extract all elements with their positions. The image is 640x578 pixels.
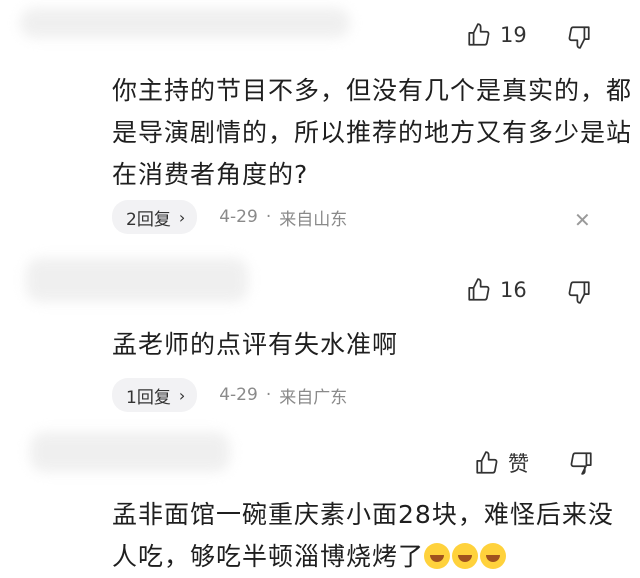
chevron-right-icon: › [178, 385, 186, 405]
avatar-username-blurred [30, 432, 230, 472]
like-button[interactable]: 16 [466, 277, 527, 303]
thumbs-down-icon [570, 452, 592, 475]
comment-location: 来自山东 [279, 209, 348, 230]
comment-text: 孟老师的点评有失水准啊 [112, 330, 399, 359]
comment-date: 4-29 [219, 207, 258, 227]
thumbs-up-icon [468, 278, 490, 301]
comment-date: 4-29 [219, 385, 258, 405]
like-button[interactable]: 赞 [474, 448, 529, 478]
comment-text: 孟非面馆一碗重庆素小面28块，难怪后来没人吃，够吃半顿淄博烧烤了 [112, 494, 632, 578]
avatar-username-blurred [20, 8, 350, 38]
thumbs-up-icon [476, 451, 498, 474]
close-icon[interactable]: ✕ [574, 208, 591, 232]
like-count: 19 [500, 23, 527, 47]
laughing-emoji-icon [424, 543, 451, 569]
laughing-emoji-icon [480, 543, 507, 569]
chevron-right-icon: › [178, 207, 186, 227]
reply-count: 1回复 [126, 387, 171, 408]
like-count: 16 [500, 278, 527, 302]
laughing-emoji-icon [452, 543, 479, 569]
thumbs-down-icon [568, 281, 590, 304]
thumbs-up-icon [468, 23, 490, 46]
comment-location: 来自广东 [279, 387, 348, 408]
comment-text-body: 孟非面馆一碗重庆素小面28块，难怪后来没人吃，够吃半顿淄博烧烤了 [112, 500, 614, 571]
replies-button[interactable]: 1回复 › [112, 378, 198, 412]
reply-count: 2回复 [126, 209, 171, 230]
dislike-button[interactable] [566, 24, 592, 54]
dislike-button[interactable] [568, 450, 594, 480]
separator-dot: · [265, 207, 272, 227]
thumbs-down-icon [568, 26, 590, 49]
avatar-username-blurred [26, 258, 248, 302]
separator-dot: · [265, 385, 272, 405]
like-label: 赞 [508, 452, 529, 476]
like-button[interactable]: 19 [466, 22, 527, 48]
comment-text: 你主持的节目不多，但没有几个是真实的，都是导演剧情的，所以推荐的地方又有多少是站… [112, 76, 633, 189]
dislike-button[interactable] [566, 279, 592, 309]
replies-button[interactable]: 2回复 › [112, 200, 198, 234]
